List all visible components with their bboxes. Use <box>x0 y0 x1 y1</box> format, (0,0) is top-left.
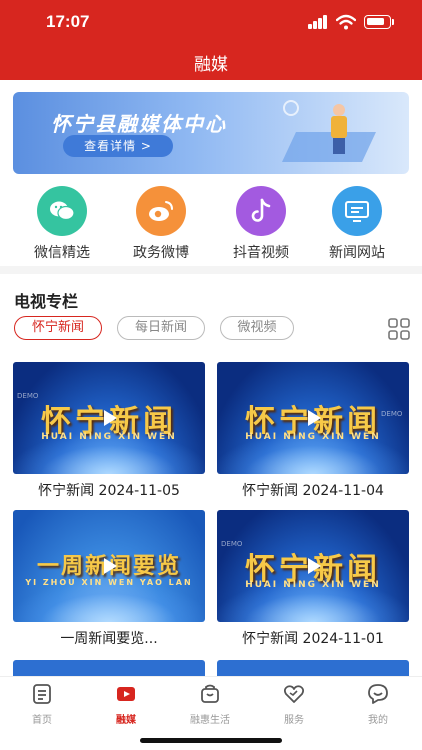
video-card[interactable]: DEMO 怀宁新闻 HUAI NING XIN WEN 怀宁新闻 2024-11… <box>217 362 409 500</box>
banner-decoration <box>283 100 299 116</box>
tab-mine[interactable]: 我的 <box>336 683 420 726</box>
section-title: 电视专栏 <box>14 292 79 311</box>
tab-label: 融惠生活 <box>190 715 230 726</box>
play-icon <box>104 558 117 574</box>
video-card[interactable]: DEMO 怀宁新闻 HUAI NING XIN WEN 怀宁新闻 2024-11… <box>217 510 409 648</box>
view-details-button[interactable]: 查看详情 > <box>63 135 173 157</box>
quick-link-label: 抖音视频 <box>233 245 289 261</box>
thumbnail-subtitle: HUAI NING XIN WEN <box>245 580 381 590</box>
battery-tip <box>392 19 394 25</box>
thumbnail-subtitle: HUAI NING XIN WEN <box>245 432 381 442</box>
wifi-icon <box>336 14 356 30</box>
play-icon <box>104 410 117 426</box>
wechat-icon <box>37 186 87 236</box>
tiktok-icon <box>236 186 286 236</box>
video-caption: 怀宁新闻 2024-11-05 <box>38 483 180 499</box>
tab-services[interactable]: 服务 <box>252 683 336 726</box>
home-indicator <box>140 738 282 743</box>
cellular-signal-icon <box>308 15 330 29</box>
video-thumbnail[interactable]: DEMO 怀宁新闻 HUAI NING XIN WEN <box>13 362 205 474</box>
home-icon <box>33 684 51 704</box>
grid-view-icon[interactable] <box>388 318 410 340</box>
play-icon <box>308 410 321 426</box>
monitor-icon <box>332 186 382 236</box>
quick-link-label: 政务微博 <box>133 245 189 261</box>
video-caption: 怀宁新闻 2024-11-01 <box>242 631 384 647</box>
bag-icon <box>201 684 219 703</box>
filter-chip-huaining-news[interactable]: 怀宁新闻 <box>14 316 102 340</box>
banner-person-legs <box>333 138 345 154</box>
promo-banner[interactable]: 怀宁县融媒体中心 查看详情 > <box>13 92 409 174</box>
filter-chip-daily-news[interactable]: 每日新闻 <box>117 316 205 340</box>
quick-link-tiktok[interactable]: 抖音视频 <box>211 186 311 262</box>
filter-chip-micro-video[interactable]: 微视频 <box>220 316 294 340</box>
quick-link-label: 新闻网站 <box>329 245 385 261</box>
quick-link-weibo[interactable]: 政务微博 <box>111 186 211 262</box>
banner-title: 怀宁县融媒体中心 <box>51 112 227 136</box>
quick-links: 微信精选 政务微博 抖音视频 新闻网站 <box>0 186 422 261</box>
status-time: 17:07 <box>46 12 90 31</box>
video-thumbnail[interactable]: DEMO 怀宁新闻 HUAI NING XIN WEN <box>217 362 409 474</box>
banner-person-head <box>333 104 345 116</box>
video-thumbnail[interactable]: 一周新闻要览 YI ZHOU XIN WEN YAO LAN <box>13 510 205 622</box>
tab-label: 融媒 <box>116 715 136 726</box>
page-title: 融媒 <box>194 55 228 75</box>
quick-link-news-site[interactable]: 新闻网站 <box>307 186 407 262</box>
battery-icon <box>364 15 391 29</box>
video-caption: 怀宁新闻 2024-11-04 <box>242 483 384 499</box>
video-card[interactable]: DEMO 怀宁新闻 HUAI NING XIN WEN 怀宁新闻 2024-11… <box>13 362 205 500</box>
weibo-icon <box>136 186 186 236</box>
top-bar: 17:07 融媒 <box>0 0 422 80</box>
thumbnail-glow <box>13 582 205 622</box>
quick-link-wechat[interactable]: 微信精选 <box>12 186 112 262</box>
banner-person-body <box>331 116 347 138</box>
video-icon <box>117 687 135 701</box>
tab-label: 首页 <box>32 715 52 726</box>
banner-platform-graphic <box>282 132 376 162</box>
tab-media[interactable]: 融媒 <box>84 683 168 726</box>
section-divider <box>0 266 422 274</box>
tab-life[interactable]: 融惠生活 <box>168 683 252 726</box>
tab-label: 服务 <box>284 715 304 726</box>
quick-link-label: 微信精选 <box>34 245 90 261</box>
thumbnail-subtitle: HUAI NING XIN WEN <box>41 432 177 442</box>
chat-face-icon <box>368 684 388 704</box>
thumbnail-subtitle: YI ZHOU XIN WEN YAO LAN <box>25 578 193 587</box>
video-caption: 一周新闻要览... <box>60 631 158 647</box>
video-card[interactable]: 一周新闻要览 YI ZHOU XIN WEN YAO LAN 一周新闻要览... <box>13 510 205 648</box>
tab-label: 我的 <box>368 715 388 726</box>
tab-home[interactable]: 首页 <box>0 683 84 726</box>
video-thumbnail[interactable]: DEMO 怀宁新闻 HUAI NING XIN WEN <box>217 510 409 622</box>
play-icon <box>308 558 321 574</box>
heart-icon <box>283 685 305 703</box>
status-bar: 17:07 <box>0 0 422 44</box>
